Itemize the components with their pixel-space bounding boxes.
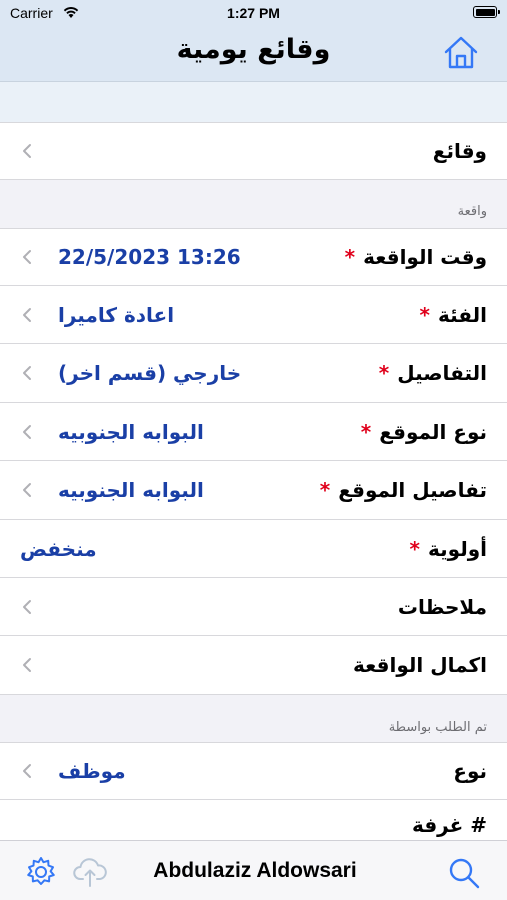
incidents-row[interactable]: وقائع	[0, 122, 507, 180]
home-icon[interactable]	[442, 33, 480, 71]
chevron-left-icon	[23, 599, 31, 614]
incident-time-label: وقت الواقعة	[363, 245, 487, 269]
room-label: # غرفة	[411, 813, 487, 837]
top-spacer	[0, 82, 507, 122]
location-details-value: البوابه الجنوبيه	[58, 478, 204, 502]
section-header-requested-by: تم الطلب بواسطة	[388, 720, 487, 735]
required-marker: *	[378, 361, 390, 385]
incident-time-row[interactable]: وقت الواقعة * 22/5/2023 13:26	[0, 228, 507, 286]
complete-incident-row[interactable]: اكمال الواقعة	[0, 636, 507, 695]
section-header-incident: واقعة	[457, 204, 487, 219]
type-row[interactable]: نوع موظف	[0, 742, 507, 800]
incidents-label: وقائع	[432, 139, 487, 163]
bottom-toolbar: Abdulaziz Aldowsari	[0, 840, 507, 900]
user-name: Abdulaziz Aldowsari	[153, 859, 357, 882]
location-details-row[interactable]: تفاصيل الموقع * البوابه الجنوبيه	[0, 461, 507, 520]
chevron-left-icon	[23, 658, 31, 672]
location-type-label: نوع الموقع	[379, 419, 487, 444]
status-bar: Carrier 1:27 PM	[0, 0, 507, 26]
category-row[interactable]: الفئة * اعادة كاميرا	[0, 286, 507, 344]
required-marker: *	[344, 245, 356, 269]
cloud-upload-icon[interactable]	[72, 855, 108, 889]
priority-row[interactable]: أولوية * منخفض	[0, 520, 507, 578]
location-type-row[interactable]: نوع الموقع * البوابه الجنوبيه	[0, 403, 507, 461]
category-label: الفئة	[437, 302, 487, 327]
required-marker: *	[360, 419, 372, 444]
priority-label: أولوية	[428, 536, 487, 561]
chevron-left-icon	[23, 483, 31, 497]
page-title: وقائع يومية	[176, 34, 331, 65]
chevron-left-icon	[23, 144, 31, 158]
type-value: موظف	[58, 759, 126, 783]
search-icon[interactable]	[446, 855, 482, 891]
chevron-left-icon	[23, 307, 31, 322]
navigation-bar: وقائع يومية	[0, 26, 507, 82]
details-row[interactable]: التفاصيل * خارجي (قسم اخر)	[0, 344, 507, 403]
notes-label: ملاحظات	[397, 594, 487, 619]
chevron-left-icon	[23, 424, 31, 439]
details-label: التفاصيل	[397, 361, 487, 385]
battery-icon	[473, 6, 500, 18]
required-marker: *	[419, 302, 430, 327]
notes-row[interactable]: ملاحظات	[0, 578, 507, 636]
incident-time-value: 22/5/2023 13:26	[58, 245, 241, 269]
type-label: نوع	[453, 759, 487, 783]
location-details-label: تفاصيل الموقع	[338, 478, 487, 502]
chevron-left-icon	[23, 366, 31, 380]
category-value: اعادة كاميرا	[58, 302, 175, 327]
complete-incident-label: اكمال الواقعة	[353, 653, 487, 677]
required-marker: *	[409, 536, 421, 561]
details-value: خارجي (قسم اخر)	[58, 361, 242, 385]
gear-icon[interactable]	[24, 855, 58, 889]
priority-value: منخفض	[20, 536, 97, 561]
chevron-left-icon	[23, 764, 31, 778]
location-type-value: البوابه الجنوبيه	[58, 419, 204, 444]
required-marker: *	[319, 478, 331, 502]
chevron-left-icon	[23, 250, 31, 264]
status-time: 1:27 PM	[227, 5, 280, 21]
